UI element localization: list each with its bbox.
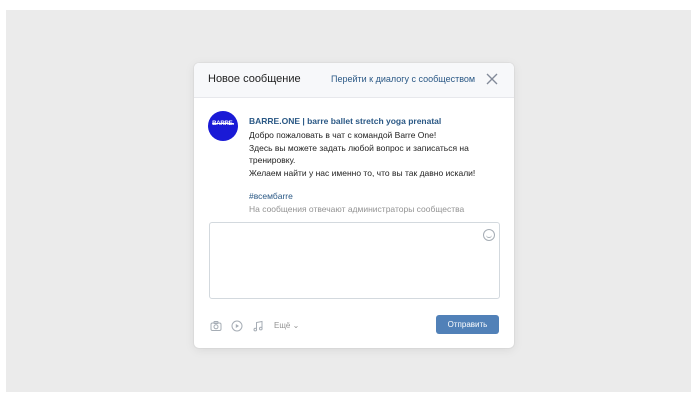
- chevron-down-icon: ⌄: [292, 321, 300, 330]
- greeting-line: Добро пожаловать в чат с командой Barre …: [249, 130, 437, 140]
- modal-header: Новое сообщение Перейти к диалогу с сооб…: [194, 63, 514, 98]
- music-icon[interactable]: [252, 319, 264, 332]
- avatar-logo-text: BARRE.: [212, 121, 234, 127]
- send-button[interactable]: Отправить: [436, 315, 499, 334]
- message-input[interactable]: [209, 222, 500, 299]
- greeting-line: Желаем найти у нас именно то, что вы так…: [249, 167, 476, 178]
- more-label: Ещё: [274, 321, 291, 330]
- more-attachments-button[interactable]: Ещё ⌄: [274, 321, 299, 330]
- video-icon[interactable]: [231, 319, 243, 332]
- close-icon[interactable]: [484, 71, 500, 87]
- community-avatar[interactable]: BARRE.: [208, 111, 238, 141]
- goto-dialog-link[interactable]: Перейти к диалогу с сообществом: [331, 74, 475, 84]
- greeting-message: Добро пожаловать в чат с командой Barre …: [249, 129, 499, 179]
- hashtag-link[interactable]: #всембarre: [249, 191, 293, 201]
- smile-icon[interactable]: [483, 229, 495, 241]
- camera-icon[interactable]: [210, 319, 222, 331]
- community-name-link[interactable]: BARRE.ONE | barre ballet stretch yoga pr…: [249, 116, 441, 126]
- greeting-line: Здесь вы можете задать любой вопрос и за…: [249, 142, 469, 153]
- greeting-line: тренировку.: [249, 155, 296, 165]
- modal-title: Новое сообщение: [208, 73, 301, 85]
- new-message-modal: Новое сообщение Перейти к диалогу с сооб…: [194, 63, 514, 348]
- admin-note: На сообщения отвечают администраторы соо…: [249, 204, 465, 214]
